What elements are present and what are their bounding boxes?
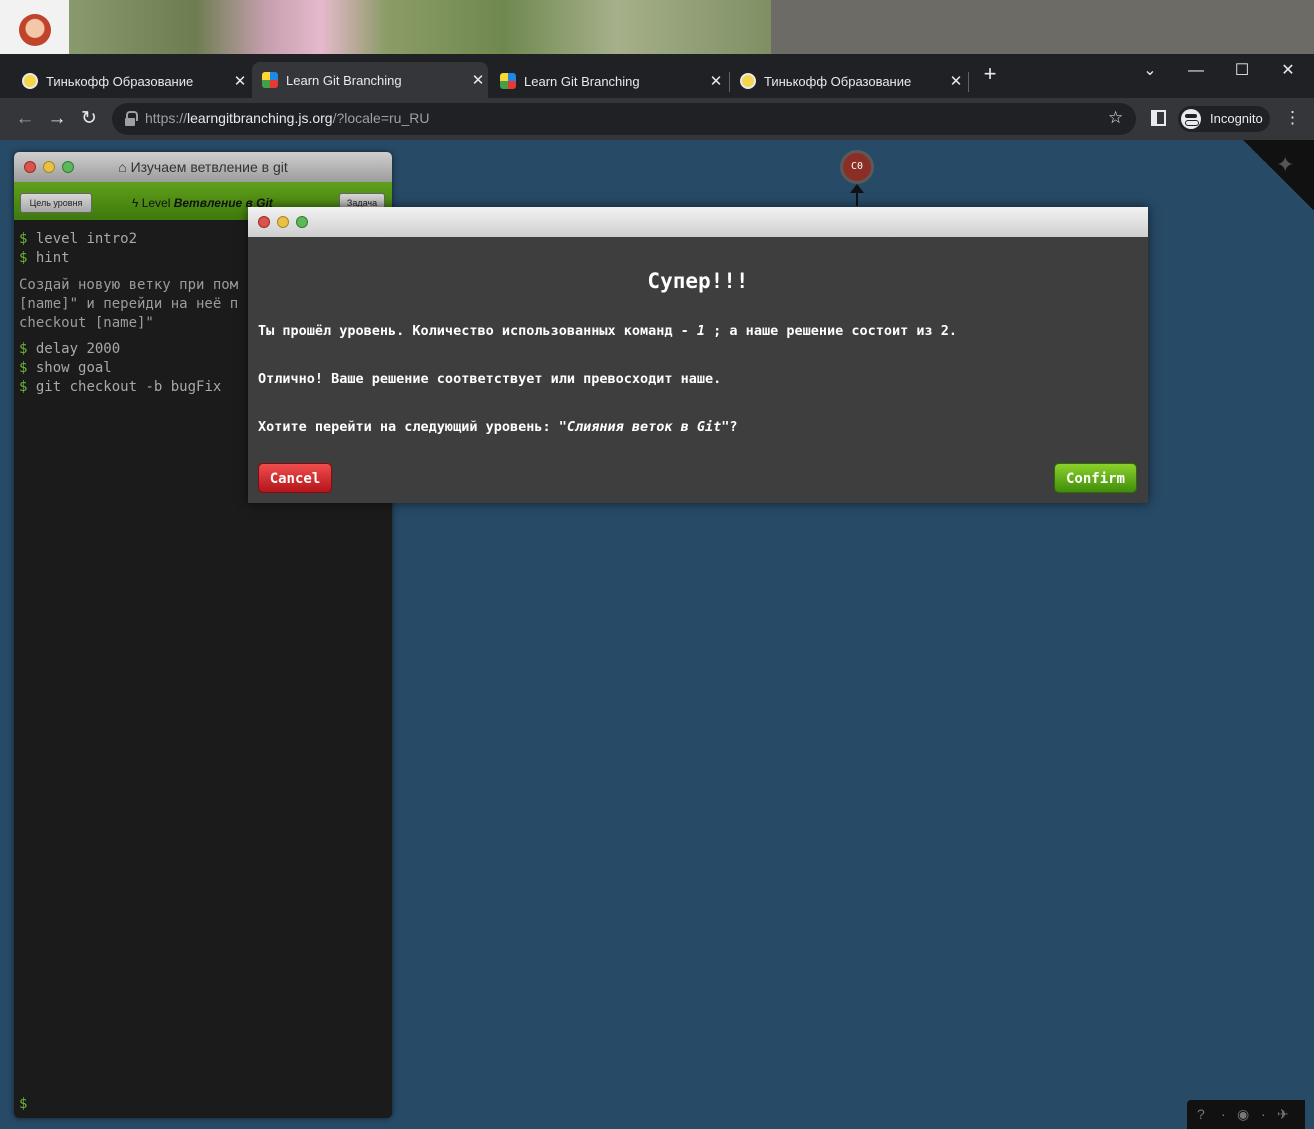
- question-text: Хотите перейти на следующий уровень:: [258, 419, 559, 435]
- menu-kebab-icon[interactable]: ⋮: [1284, 108, 1301, 128]
- command-text: level intro2: [35, 231, 138, 247]
- user-avatar-tile[interactable]: [0, 0, 69, 54]
- url-scheme: https://: [145, 110, 188, 126]
- command-text: hint: [35, 250, 70, 266]
- wallpaper-image: [69, 0, 771, 54]
- close-dot-icon[interactable]: [24, 161, 36, 173]
- bookmark-star-icon[interactable]: ☆: [1108, 108, 1123, 128]
- dialog-titlebar: [248, 207, 1148, 237]
- home-icon: ⌂: [118, 159, 131, 175]
- result-text: Ты прошёл уровень. Количество использова…: [258, 323, 697, 339]
- maximize-button[interactable]: ☐: [1219, 58, 1265, 84]
- lock-icon[interactable]: [124, 111, 138, 127]
- globe-icon[interactable]: ◉: [1237, 1100, 1249, 1129]
- tab-learn-git[interactable]: Learn Git Branching ✕: [492, 66, 726, 96]
- tab-title: Тинькофф Образование: [46, 73, 194, 89]
- incognito-label: Incognito: [1210, 111, 1263, 126]
- close-icon[interactable]: ✕: [230, 72, 250, 90]
- reload-icon[interactable]: ↻: [76, 106, 102, 132]
- git-branching-icon: [262, 72, 278, 88]
- question-mark: ?: [729, 419, 738, 435]
- close-dot-icon[interactable]: [258, 216, 270, 228]
- tab-search-chevron-down-icon[interactable]: ⌄: [1127, 58, 1173, 84]
- footer-toolbar: ? · ◉ · ✈: [1187, 1100, 1305, 1129]
- terminal-title: Изучаем ветвление в git: [130, 159, 288, 175]
- result-line: Ты прошёл уровень. Количество использова…: [258, 323, 957, 339]
- tab-tinkoff-1[interactable]: Тинькофф Образование ✕: [14, 66, 250, 96]
- lightning-icon: ϟ: [132, 196, 142, 210]
- dot-separator: ·: [1221, 1106, 1226, 1122]
- forward-arrow-icon[interactable]: →: [44, 106, 70, 132]
- level-goal-button[interactable]: Цель уровня: [20, 193, 92, 213]
- maximize-dot-icon[interactable]: [62, 161, 74, 173]
- tinkoff-icon: [22, 73, 38, 89]
- url-path: /?locale=ru_RU: [332, 110, 430, 126]
- minimize-dot-icon[interactable]: [277, 216, 289, 228]
- terminal-prompt[interactable]: $: [19, 1096, 27, 1112]
- tab-learn-git-active[interactable]: Learn Git Branching ✕: [252, 62, 488, 98]
- tab-title: Learn Git Branching: [524, 73, 640, 89]
- url-host: learngitbranching.js.org: [187, 110, 333, 126]
- maximize-dot-icon[interactable]: [296, 216, 308, 228]
- command-text: git checkout -b bugFix: [35, 379, 222, 395]
- command-text: delay 2000: [35, 341, 121, 357]
- minimize-button[interactable]: —: [1173, 58, 1219, 84]
- cancel-button[interactable]: Cancel: [258, 463, 332, 493]
- new-tab-button[interactable]: +: [978, 62, 1002, 86]
- tab-title: Learn Git Branching: [286, 72, 402, 88]
- tab-tinkoff-2[interactable]: Тинькофф Образование ✕: [730, 66, 966, 96]
- next-level-question: Хотите перейти на следующий уровень: "Сл…: [258, 419, 738, 435]
- side-panel-icon[interactable]: [1151, 110, 1166, 126]
- close-icon[interactable]: ✕: [706, 72, 726, 90]
- praise-line: Отлично! Ваше решение соответствует или …: [258, 371, 722, 387]
- tab-divider: [968, 72, 969, 92]
- twitter-icon[interactable]: ✈: [1277, 1100, 1289, 1129]
- tinkoff-icon: [740, 73, 756, 89]
- url-text[interactable]: https://learngitbranching.js.org/?locale…: [145, 110, 429, 126]
- terminal-titlebar: ⌂ Изучаем ветвление в git: [14, 152, 392, 182]
- level-prefix: Level: [141, 196, 171, 210]
- dot-separator: ·: [1261, 1106, 1266, 1122]
- octocat-icon[interactable]: ✦: [1276, 152, 1302, 178]
- command-text: show goal: [35, 360, 112, 376]
- level-complete-dialog: Супер!!! Ты прошёл уровень. Количество и…: [248, 207, 1148, 503]
- tab-strip: Тинькофф Образование ✕ Learn Git Branchi…: [0, 54, 1314, 98]
- help-icon[interactable]: ?: [1197, 1100, 1205, 1129]
- command-count: 1: [696, 323, 706, 339]
- commit-node[interactable]: C0: [840, 150, 874, 184]
- close-window-button[interactable]: ✕: [1265, 58, 1311, 84]
- avatar[interactable]: [19, 14, 51, 46]
- close-icon[interactable]: ✕: [468, 71, 488, 89]
- result-text-end: ; а наше решение состоит из 2.: [705, 323, 958, 339]
- close-icon[interactable]: ✕: [946, 72, 966, 90]
- git-branching-icon: [500, 73, 516, 89]
- confirm-button[interactable]: Confirm: [1054, 463, 1137, 493]
- tab-title: Тинькофф Образование: [764, 73, 912, 89]
- back-arrow-icon[interactable]: ←: [12, 106, 38, 132]
- incognito-badge[interactable]: Incognito: [1178, 106, 1270, 132]
- branch-arrow: [850, 184, 864, 206]
- minimize-dot-icon[interactable]: [43, 161, 55, 173]
- dialog-title: Супер!!!: [647, 269, 749, 293]
- next-level-name: "Слияния веток в Git": [558, 419, 730, 435]
- incognito-icon: [1181, 109, 1201, 129]
